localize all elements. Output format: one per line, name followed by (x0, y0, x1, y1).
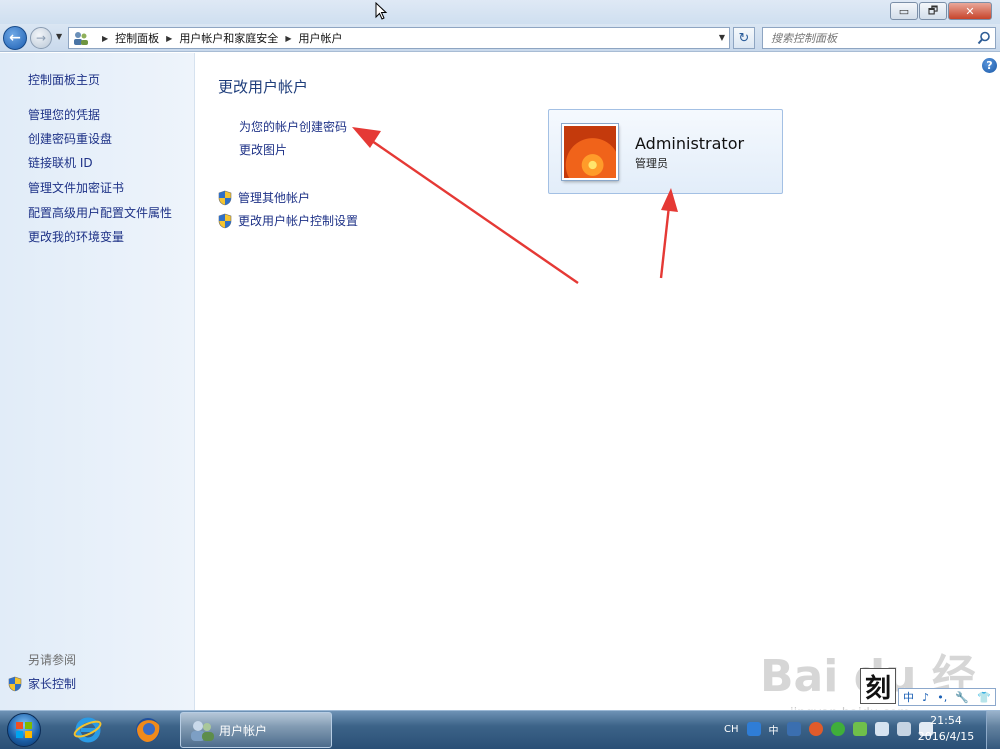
advanced-user-profile-properties-link[interactable]: 配置高级用户配置文件属性 (28, 204, 172, 221)
change-picture-link[interactable]: 更改图片 (239, 141, 287, 158)
qq-icon[interactable] (746, 722, 761, 736)
control-panel-home-link[interactable]: 控制面板主页 (28, 71, 100, 88)
refresh-icon: ↻ (738, 30, 750, 46)
create-password-link[interactable]: 为您的帐户创建密码 (239, 118, 347, 135)
user-role: 管理员 (635, 157, 668, 170)
back-button[interactable]: ← (3, 26, 27, 50)
security-app-icon[interactable] (808, 722, 823, 736)
windows-logo-icon (7, 713, 41, 747)
chevron-right-icon[interactable]: ▶ (166, 34, 172, 43)
manage-other-accounts-link[interactable]: 管理其他帐户 (218, 189, 310, 206)
firefox-icon (136, 718, 160, 742)
breadcrumb-user-accounts-family-safety[interactable]: 用户帐户和家庭安全 (179, 30, 278, 46)
uac-shield-icon (218, 213, 232, 228)
taskbar-internet-explorer[interactable] (68, 713, 108, 747)
uac-shield-icon (8, 676, 22, 691)
network-icon[interactable] (896, 722, 911, 736)
user-name: Administrator (635, 134, 745, 153)
arrow-left-icon: ← (9, 30, 21, 46)
address-toolbar: ← → ▼ ▶ 控制面板 ▶ 用户帐户和家庭安全 ▶ 用户帐户 ▼ ↻ (0, 24, 1000, 52)
pen-icon[interactable] (786, 722, 801, 736)
recent-pages-dropdown[interactable]: ▼ (56, 32, 62, 41)
ime-skin-icon[interactable]: 👕 (977, 691, 991, 704)
search-box (762, 27, 996, 49)
start-button[interactable] (2, 712, 46, 748)
change-uac-settings-link[interactable]: 更改用户帐户控制设置 (218, 212, 358, 229)
parental-controls-link[interactable]: 家长控制 (8, 675, 76, 692)
clock-date: 2016/4/15 (917, 730, 975, 743)
refresh-button[interactable]: ↻ (733, 27, 755, 49)
address-history-dropdown[interactable]: ▼ (719, 33, 725, 42)
annotation-arrow (352, 127, 579, 284)
taskbar-user-accounts-window[interactable]: 用户帐户 (180, 712, 332, 748)
search-input[interactable] (771, 31, 971, 45)
taskbar-firefox[interactable] (128, 713, 168, 747)
check-icon[interactable] (852, 722, 867, 736)
show-desktop-button[interactable] (986, 711, 1000, 749)
close-button[interactable]: ✕ (948, 2, 992, 20)
change-environment-variables-link[interactable]: 更改我的环境变量 (28, 228, 124, 245)
manage-credentials-link[interactable]: 管理您的凭据 (28, 106, 100, 123)
clock-time: 21:54 (930, 714, 962, 727)
link-online-id-link[interactable]: 链接联机 ID (28, 154, 93, 171)
breadcrumb-control-panel[interactable]: 控制面板 (115, 30, 159, 46)
input-language-indicator[interactable]: CH (724, 724, 739, 735)
ime-logo[interactable]: 刻 (860, 668, 896, 704)
add-icon[interactable] (830, 722, 845, 736)
taskbar-clock[interactable]: 21:54 2016/4/15 (916, 713, 976, 745)
page-title: 更改用户帐户 (218, 78, 309, 96)
uac-shield-icon (218, 190, 232, 205)
flag-icon[interactable] (874, 722, 889, 736)
ime-punctuation-icon[interactable]: •, (937, 691, 947, 704)
system-tray: CH 中 (724, 714, 941, 744)
breadcrumb-user-accounts[interactable]: 用户帐户 (298, 30, 342, 46)
parental-controls-label: 家长控制 (28, 677, 77, 691)
ime-toolbar: 刻 中 ♪ •, 🔧 👕 (860, 668, 996, 708)
manage-other-accounts-label: 管理其他帐户 (238, 191, 311, 205)
taskbar-task-label: 用户帐户 (219, 723, 268, 738)
user-accounts-icon (191, 721, 214, 741)
avatar[interactable] (562, 124, 618, 180)
ime-chinese-mode[interactable]: 中 (903, 689, 914, 705)
search-icon[interactable] (977, 31, 991, 45)
maximize-button[interactable]: 🗗 (919, 2, 947, 20)
create-password-reset-disk-link[interactable]: 创建密码重设盘 (28, 130, 112, 147)
ime-status-bar: 中 ♪ •, 🔧 👕 (898, 688, 996, 706)
help-button[interactable]: ? (982, 58, 997, 73)
change-uac-settings-label: 更改用户帐户控制设置 (238, 214, 359, 228)
mouse-cursor-icon (375, 2, 388, 20)
minimize-button[interactable]: ▭ (890, 2, 918, 20)
manage-file-encryption-certificates-link[interactable]: 管理文件加密证书 (28, 179, 124, 196)
chevron-right-icon[interactable]: ▶ (285, 34, 291, 43)
control-panel-users-icon (74, 32, 88, 45)
arrow-right-icon: → (35, 31, 47, 45)
left-navigation-pane: 控制面板主页 管理您的凭据 创建密码重设盘 链接联机 ID 管理文件加密证书 配… (0, 53, 195, 710)
address-bar[interactable]: ▶ 控制面板 ▶ 用户帐户和家庭安全 ▶ 用户帐户 ▼ (68, 27, 730, 49)
user-account-card[interactable]: Administrator 管理员 (548, 109, 783, 194)
help-icon: ? (986, 59, 993, 72)
see-also-label: 另请参阅 (28, 653, 77, 667)
window-title-bar[interactable]: ▭ 🗗 ✕ (0, 0, 1000, 24)
annotation-arrow (659, 188, 678, 279)
internet-explorer-icon (73, 717, 102, 743)
breadcrumb: ▶ 控制面板 ▶ 用户帐户和家庭安全 ▶ 用户帐户 (95, 30, 342, 46)
ime-indicator[interactable]: 中 (769, 722, 779, 737)
chevron-right-icon[interactable]: ▶ (102, 34, 108, 43)
ime-moon-icon[interactable]: ♪ (922, 691, 929, 704)
wrench-icon[interactable]: 🔧 (955, 691, 969, 704)
forward-button[interactable]: → (30, 27, 52, 49)
